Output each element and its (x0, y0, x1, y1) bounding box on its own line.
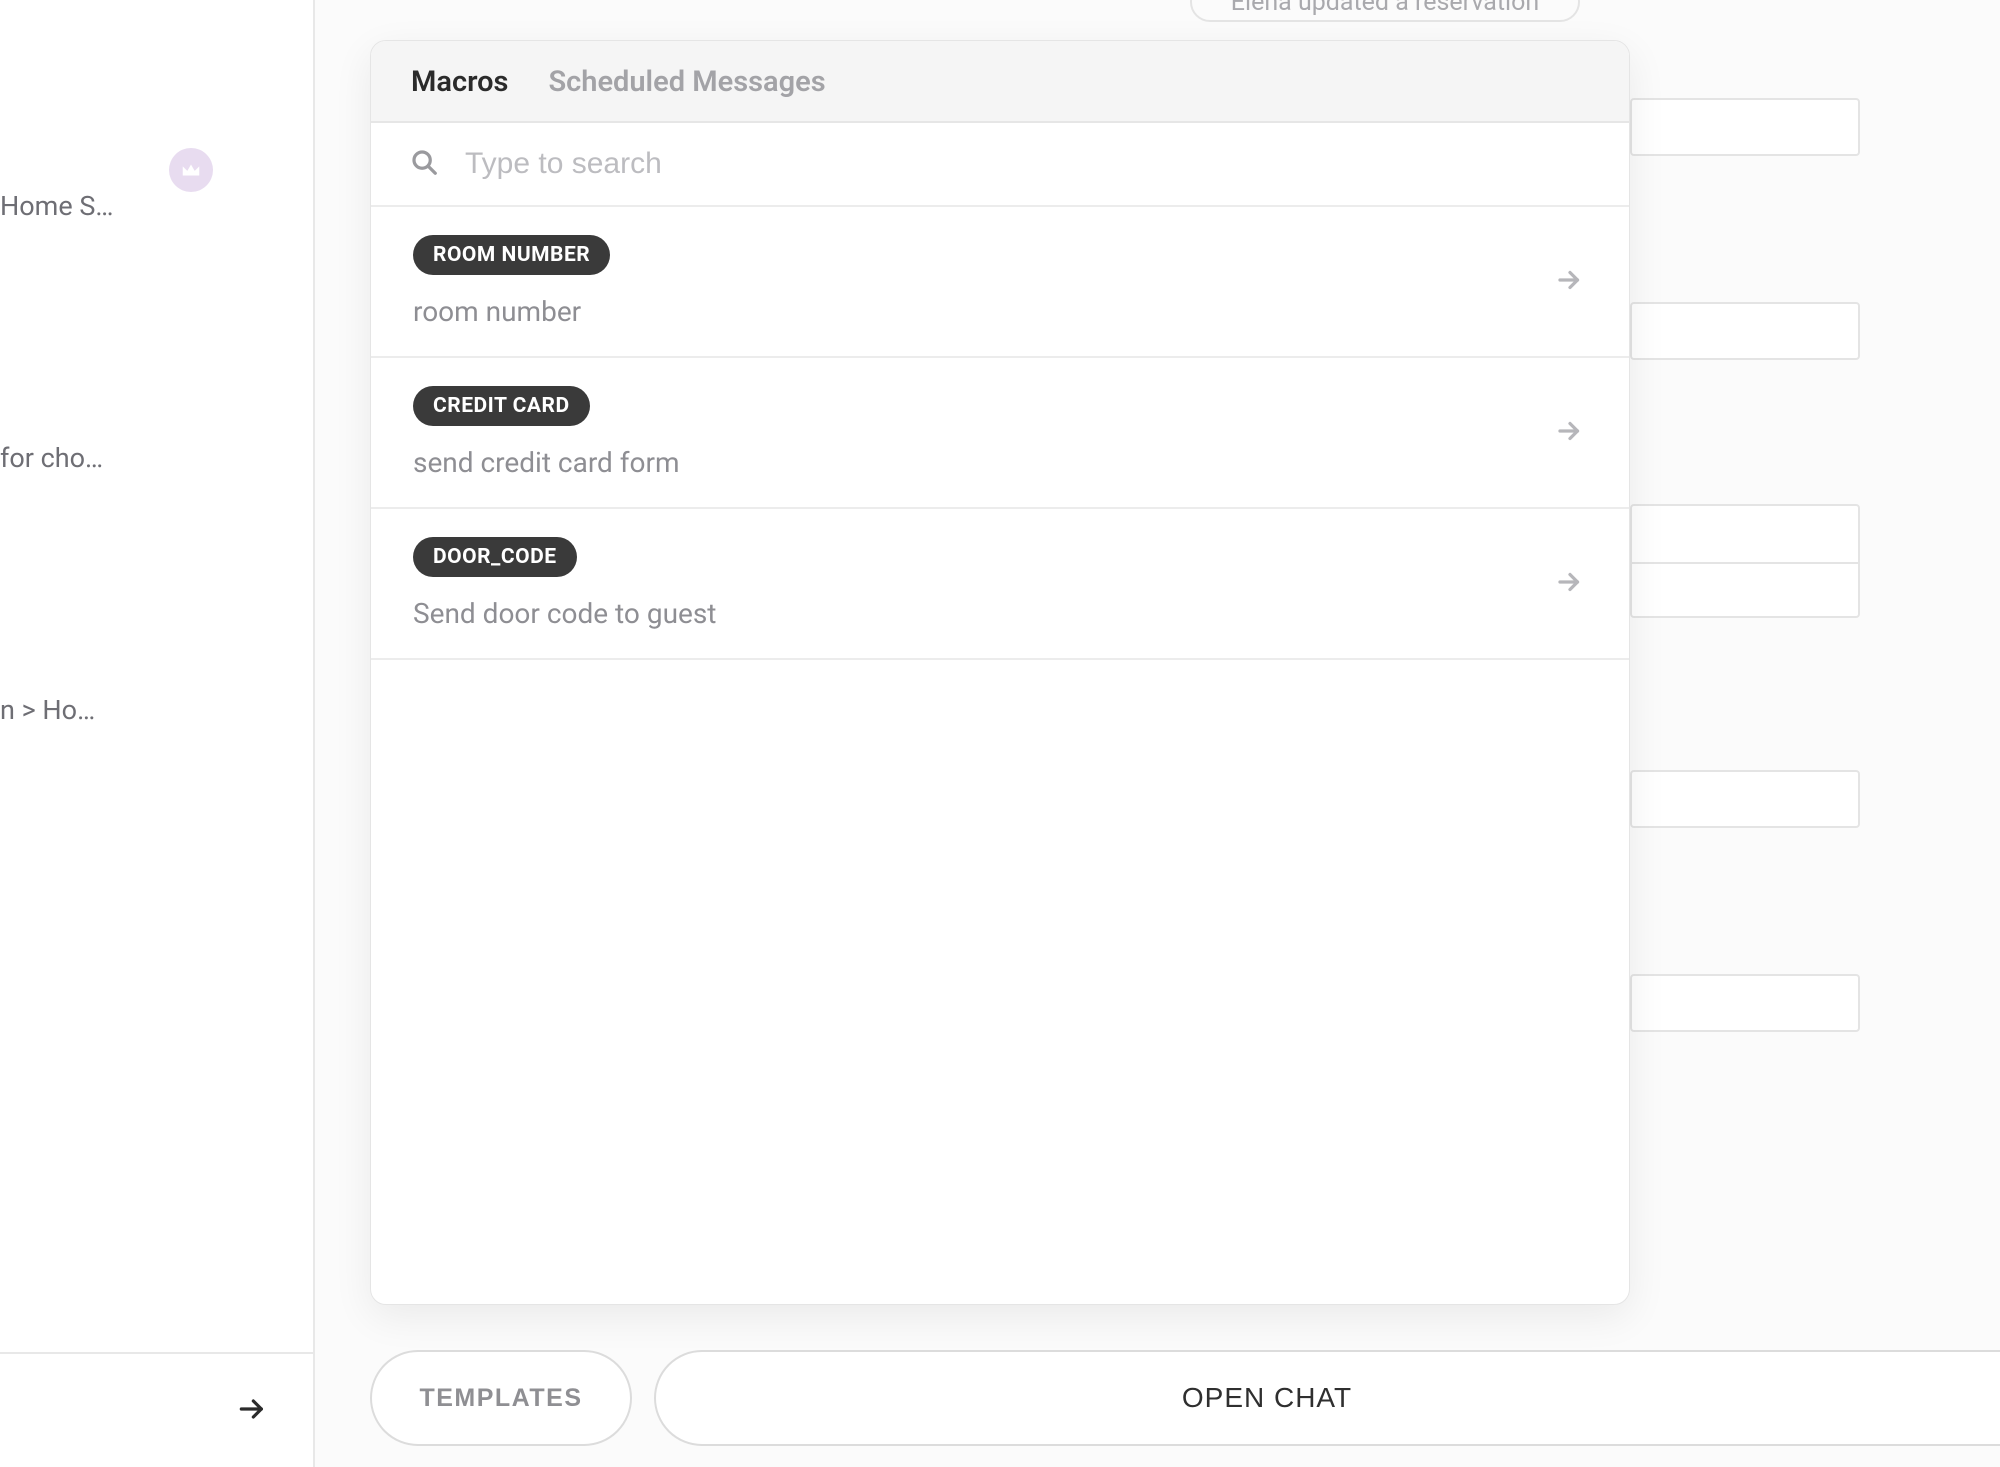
panel-tabs: Macros Scheduled Messages (371, 41, 1629, 123)
bg-field-5[interactable] (1630, 974, 1860, 1032)
macro-badge: CREDIT CARD (413, 386, 590, 426)
sidebar: Home S… for cho… n > Ho… (0, 0, 315, 1467)
macro-desc: send credit card form (413, 446, 680, 479)
tab-scheduled[interactable]: Scheduled Messages (548, 65, 825, 99)
macro-content: DOOR_CODE Send door code to guest (413, 537, 716, 630)
sidebar-bottom-row[interactable] (0, 1352, 313, 1467)
arrow-right-icon (1555, 416, 1585, 450)
macro-item-door-code[interactable]: DOOR_CODE Send door code to guest (371, 509, 1629, 660)
open-chat-label: OPEN CHAT (1182, 1382, 1352, 1414)
bg-field-2[interactable] (1630, 302, 1860, 360)
search-row (371, 123, 1629, 207)
sidebar-item-home[interactable]: Home S… (0, 180, 273, 232)
macros-panel: Macros Scheduled Messages ROOM NUMBER ro… (370, 40, 1630, 1305)
status-pill: Elena updated a reservation (1190, 0, 1580, 22)
templates-button[interactable]: TEMPLATES (370, 1350, 632, 1446)
macro-content: CREDIT CARD send credit card form (413, 386, 680, 479)
macro-item-room-number[interactable]: ROOM NUMBER room number (371, 207, 1629, 358)
templates-label: TEMPLATES (419, 1384, 582, 1413)
open-chat-button[interactable]: OPEN CHAT (654, 1350, 2000, 1446)
bg-field-3[interactable] (1630, 504, 1860, 618)
macro-item-credit-card[interactable]: CREDIT CARD send credit card form (371, 358, 1629, 509)
bg-field-1[interactable] (1630, 98, 1860, 156)
macro-desc: Send door code to guest (413, 597, 716, 630)
status-text: Elena updated a reservation (1231, 0, 1539, 17)
bg-field-4[interactable] (1630, 770, 1860, 828)
arrow-right-icon (1555, 265, 1585, 299)
macro-desc: room number (413, 295, 581, 328)
search-input[interactable] (465, 147, 1589, 181)
crown-badge-icon (169, 148, 213, 192)
bottom-bar: TEMPLATES OPEN CHAT (370, 1350, 2000, 1446)
macro-content: ROOM NUMBER room number (413, 235, 610, 328)
search-icon (409, 147, 439, 181)
macro-badge: ROOM NUMBER (413, 235, 610, 275)
sidebar-item-nho[interactable]: n > Ho… (0, 684, 273, 736)
arrow-right-icon (236, 1393, 268, 1429)
sidebar-item-forcho[interactable]: for cho… (0, 432, 273, 484)
arrow-right-icon (1555, 567, 1585, 601)
macro-list: ROOM NUMBER room number CREDIT CARD send… (371, 207, 1629, 1304)
tab-macros[interactable]: Macros (411, 65, 508, 99)
macro-badge: DOOR_CODE (413, 537, 577, 577)
